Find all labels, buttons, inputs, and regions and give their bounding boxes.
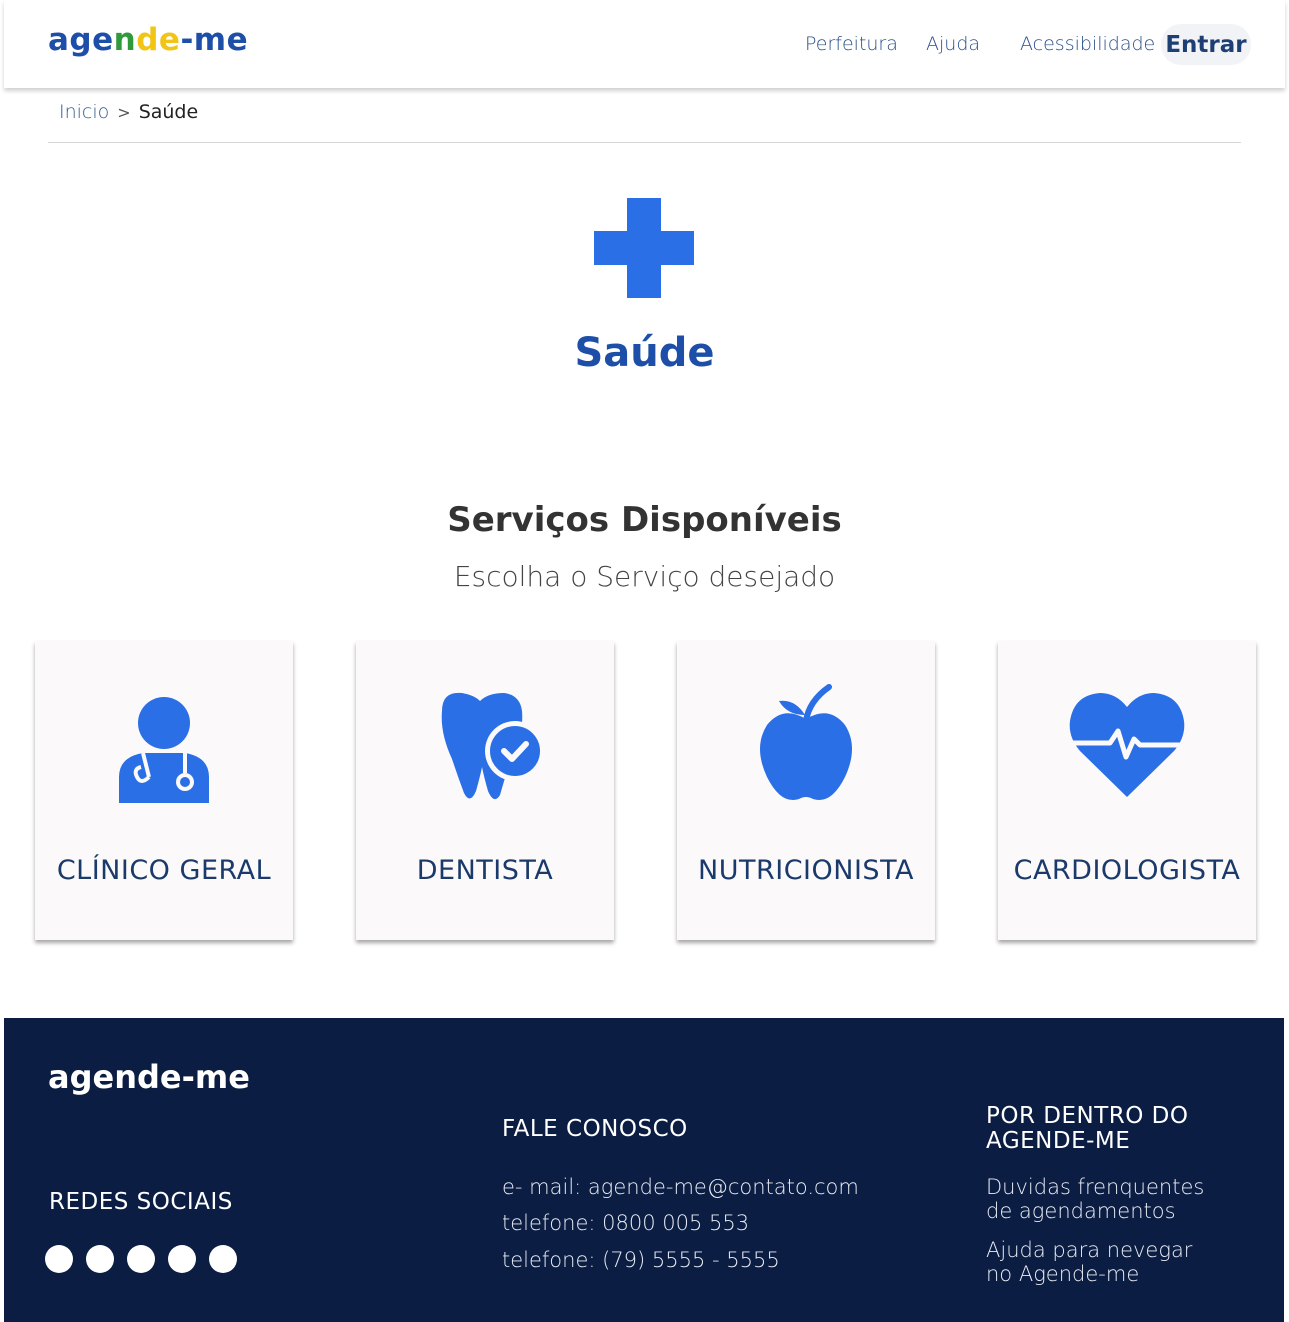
footer-logo[interactable]: agende-me [48,1058,250,1096]
services-title: Serviços Disponíveis [447,500,842,540]
service-label: DENTISTA [416,855,554,886]
nav-acessibilidade[interactable]: Acessibilidade [1020,33,1155,55]
footer-link-help[interactable]: Ajuda para nevegar no Agende-me [986,1238,1216,1286]
social-icon[interactable] [45,1245,73,1273]
service-label: CARDIOLOGISTA [1013,855,1241,886]
social-icon[interactable] [209,1245,237,1273]
service-card-clinico-geral[interactable]: CLÍNICO GERAL [35,641,293,940]
service-card-nutricionista[interactable]: NUTRICIONISTA [677,641,935,940]
services-subtitle: Escolha o Serviço desejado [453,560,836,593]
service-label: CLÍNICO GERAL [56,855,272,886]
breadcrumb-divider [48,142,1241,143]
logo-part-4: -me [180,22,249,58]
service-label: NUTRICIONISTA [698,855,914,886]
nav-ajuda[interactable]: Ajuda [926,33,980,55]
heart-pulse-icon [1069,693,1185,797]
about-title: POR DENTRO DO AGENDE-ME [986,1103,1189,1154]
breadcrumb-home[interactable]: Inicio [59,101,109,123]
logo[interactable]: agende-me [48,22,248,58]
top-header: agende-me Perfeitura Ajuda Acessibilidad… [4,0,1285,88]
social-icon[interactable] [127,1245,155,1273]
apple-icon [760,684,852,801]
breadcrumb-current: Saúde [138,101,199,123]
social-icon[interactable] [86,1245,114,1273]
entrar-button[interactable]: Entrar [1161,24,1251,65]
contact-phone-2: telefone: (79) 5555 - 5555 [502,1248,780,1272]
contact-phone-1: telefone: 0800 005 553 [502,1211,750,1235]
medical-cross-icon [594,198,694,298]
page-title: Saúde [574,330,715,376]
breadcrumb: Inicio > Saúde [59,101,198,123]
logo-part-2: n [113,22,137,58]
tooth-check-icon [441,692,545,800]
social-icon[interactable] [168,1245,196,1273]
nav-perfeitura[interactable]: Perfeitura [805,33,898,55]
breadcrumb-separator: > [117,102,131,122]
contact-title: FALE CONOSCO [502,1116,688,1142]
service-card-cardiologista[interactable]: CARDIOLOGISTA [998,641,1256,940]
logo-part-1: age [48,22,114,58]
social-links [45,1245,237,1273]
footer: agende-me REDES SOCIAIS FALE CONOSCO e- … [4,1018,1284,1322]
logo-part-3: de [136,22,181,58]
doctor-icon [119,697,209,803]
footer-link-faq[interactable]: Duvidas frenquentes de agendamentos [986,1175,1216,1223]
service-card-dentista[interactable]: DENTISTA [356,641,614,940]
social-title: REDES SOCIAIS [49,1189,233,1215]
contact-email: e- mail: agende-me@contato.com [502,1175,859,1199]
